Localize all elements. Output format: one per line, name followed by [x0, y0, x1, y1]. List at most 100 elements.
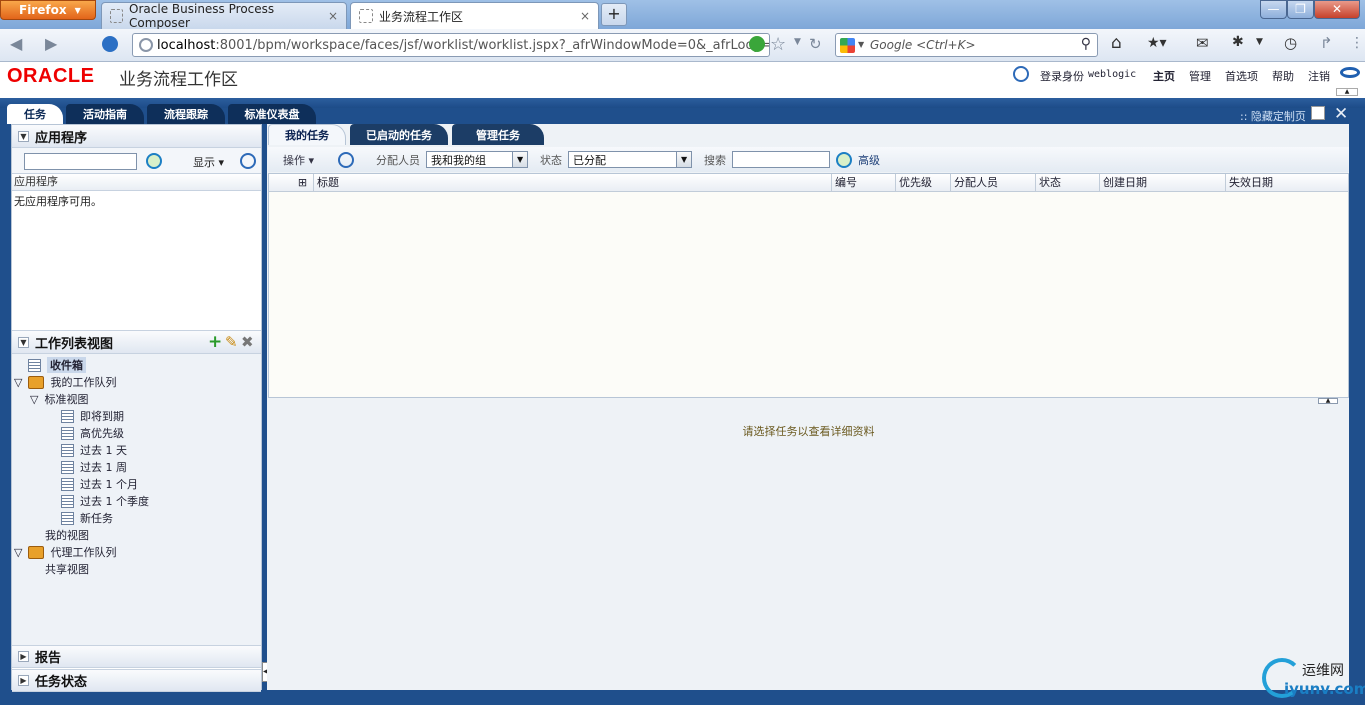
task-status-header[interactable]: ▶ 任务状态	[12, 669, 261, 692]
actions-menu[interactable]: 操作 ▾	[283, 152, 314, 168]
expand-icon[interactable]: ▶	[18, 651, 29, 662]
url-bar[interactable]: localhost:8001/bpm/workspace/faces/jsf/w…	[132, 33, 770, 57]
refresh-icon[interactable]	[1013, 66, 1029, 82]
tab-tasks[interactable]: 任务	[7, 104, 63, 124]
tree-item-my-views[interactable]: 我的视图	[45, 527, 89, 543]
bookmarks-icon[interactable]: ★▾	[1147, 35, 1167, 51]
tab-my-tasks[interactable]: 我的任务	[268, 124, 346, 145]
task-search-input[interactable]	[732, 151, 831, 168]
browser-tab-workspace[interactable]: 业务流程工作区 ×	[350, 2, 599, 29]
browser-tab-label: Oracle Business Process Composer	[129, 2, 275, 30]
close-tab-icon[interactable]: ×	[580, 9, 590, 23]
refresh-icon[interactable]	[240, 153, 256, 169]
maximize-button[interactable]: ❐	[1287, 0, 1314, 19]
url-path: :8001/bpm/workspace/faces/jsf/worklist/w…	[215, 37, 770, 53]
collapse-table-icon[interactable]: ▲	[1318, 398, 1338, 404]
show-menu[interactable]: 显示 ▾	[193, 154, 224, 170]
close-icon[interactable]: ✕	[1334, 104, 1348, 124]
tree-item-inbox[interactable]: 收件箱	[28, 357, 86, 373]
home-icon[interactable]: ⌂	[1111, 33, 1122, 53]
column-priority[interactable]: 优先级	[895, 174, 950, 192]
clock-icon[interactable]: ◷	[1284, 34, 1297, 52]
tree-item-past-quarter[interactable]: 过去 1 个季度	[61, 493, 149, 509]
go-icon[interactable]	[146, 153, 162, 169]
applications-header[interactable]: ▼ 应用程序	[12, 125, 261, 148]
go-icon[interactable]	[836, 151, 853, 168]
expand-icon[interactable]: ▽	[14, 376, 22, 389]
reload-icon[interactable]: ↻	[809, 35, 822, 53]
expand-icon[interactable]: ▽	[30, 393, 38, 406]
add-view-icon[interactable]: +	[208, 332, 222, 352]
close-window-button[interactable]: ✕	[1314, 0, 1360, 19]
tab-standard-dashboard[interactable]: 标准仪表盘	[228, 104, 316, 124]
worklist-views-header[interactable]: ▼ 工作列表视图	[12, 331, 261, 354]
collapse-icon[interactable]: ▼	[18, 130, 29, 142]
application-search-input[interactable]	[24, 153, 137, 170]
tab-activity-guide[interactable]: 活动指南	[66, 104, 144, 124]
addon-icon[interactable]: ✱	[1232, 34, 1244, 50]
back-icon[interactable]: ◀	[10, 34, 22, 53]
tree-item-past-month[interactable]: 过去 1 个月	[61, 476, 138, 492]
firefox-menu-button[interactable]: Firefox ▼	[0, 0, 96, 20]
refresh-icon[interactable]	[338, 151, 355, 168]
logout-link[interactable]: 注销	[1308, 68, 1330, 84]
tree-item-past-day[interactable]: 过去 1 天	[61, 442, 127, 458]
advanced-search-link[interactable]: 高级	[858, 152, 880, 168]
oracle-logo: ORACLE	[7, 65, 95, 87]
tab-admin-tasks[interactable]: 管理任务	[452, 124, 544, 145]
preferences-link[interactable]: 首选项	[1225, 68, 1258, 84]
tree-item-high-priority[interactable]: 高优先级	[61, 425, 124, 441]
reports-header[interactable]: ▶ 报告	[12, 645, 261, 668]
history-dropdown-icon[interactable]: ▼	[794, 37, 801, 47]
close-tab-icon[interactable]: ×	[328, 9, 338, 23]
go-icon[interactable]	[749, 36, 765, 52]
edit-view-icon[interactable]: ✎	[225, 333, 238, 351]
magnifier-icon[interactable]: ⚲	[1081, 36, 1091, 52]
minimize-button[interactable]: —	[1260, 0, 1287, 19]
new-tab-button[interactable]: +	[601, 3, 627, 26]
expand-icon[interactable]: ▽	[14, 546, 22, 559]
share-icon[interactable]: ↱	[1320, 34, 1333, 52]
google-icon	[840, 38, 855, 53]
column-number[interactable]: 编号	[831, 174, 895, 192]
column-state[interactable]: 状态	[1035, 174, 1099, 192]
page-icon	[110, 9, 124, 23]
tree-item-shared-views[interactable]: 共享视图	[45, 561, 89, 577]
bookmark-star-icon[interactable]: ☆	[770, 34, 786, 55]
tree-item-past-week[interactable]: 过去 1 周	[61, 459, 127, 475]
delete-view-icon[interactable]: ✖	[241, 333, 254, 351]
collapse-icon[interactable]: ▼	[18, 336, 29, 348]
admin-link[interactable]: 管理	[1189, 68, 1211, 84]
search-field[interactable]: ▼ Google <Ctrl+K> ⚲	[835, 33, 1098, 57]
help-link[interactable]: 帮助	[1272, 68, 1294, 84]
expand-icon[interactable]: ▶	[18, 675, 29, 686]
select-all-icon[interactable]: ⊞	[291, 174, 311, 192]
forward-icon[interactable]: ▶	[45, 34, 57, 53]
site-identity-icon[interactable]	[102, 36, 118, 52]
tree-item-new-tasks[interactable]: 新任务	[61, 510, 113, 526]
tree-item-my-queue[interactable]: ▽ 我的工作队列	[14, 374, 116, 390]
tab-initiated-tasks[interactable]: 已启动的任务	[350, 124, 448, 145]
column-title[interactable]: 标题	[313, 174, 831, 192]
chevron-down-icon[interactable]: ▼	[1256, 37, 1263, 47]
page-icon	[359, 9, 373, 23]
home-link[interactable]: 主页	[1153, 68, 1175, 84]
more-icon[interactable]: ⋮	[1350, 35, 1364, 51]
customize-page-icon[interactable]	[1311, 106, 1325, 120]
column-assignee[interactable]: 分配人员	[950, 174, 1035, 192]
mail-icon[interactable]: ✉	[1196, 34, 1209, 52]
tab-process-tracking[interactable]: 流程跟踪	[147, 104, 225, 124]
assignee-select[interactable]: 我和我的组 ▼	[426, 151, 529, 168]
assignee-label: 分配人员	[376, 153, 421, 167]
state-select[interactable]: 已分配 ▼	[568, 151, 693, 168]
browser-tab-label: 业务流程工作区	[379, 9, 464, 24]
column-created[interactable]: 创建日期	[1099, 174, 1225, 192]
browser-tab-composer[interactable]: Oracle Business Process Composer ×	[101, 2, 347, 30]
tree-item-due-soon[interactable]: 即将到期	[61, 408, 124, 424]
collapse-header-icon[interactable]: ▲	[1336, 88, 1358, 96]
queue-icon	[28, 545, 45, 559]
column-expires[interactable]: 失效日期	[1225, 174, 1348, 192]
tree-item-proxy-queue[interactable]: ▽ 代理工作队列	[14, 544, 116, 560]
tree-item-standard-views[interactable]: ▽ 标准视图	[30, 391, 88, 407]
hide-customization-link[interactable]: :: 隐藏定制页	[1240, 108, 1306, 124]
